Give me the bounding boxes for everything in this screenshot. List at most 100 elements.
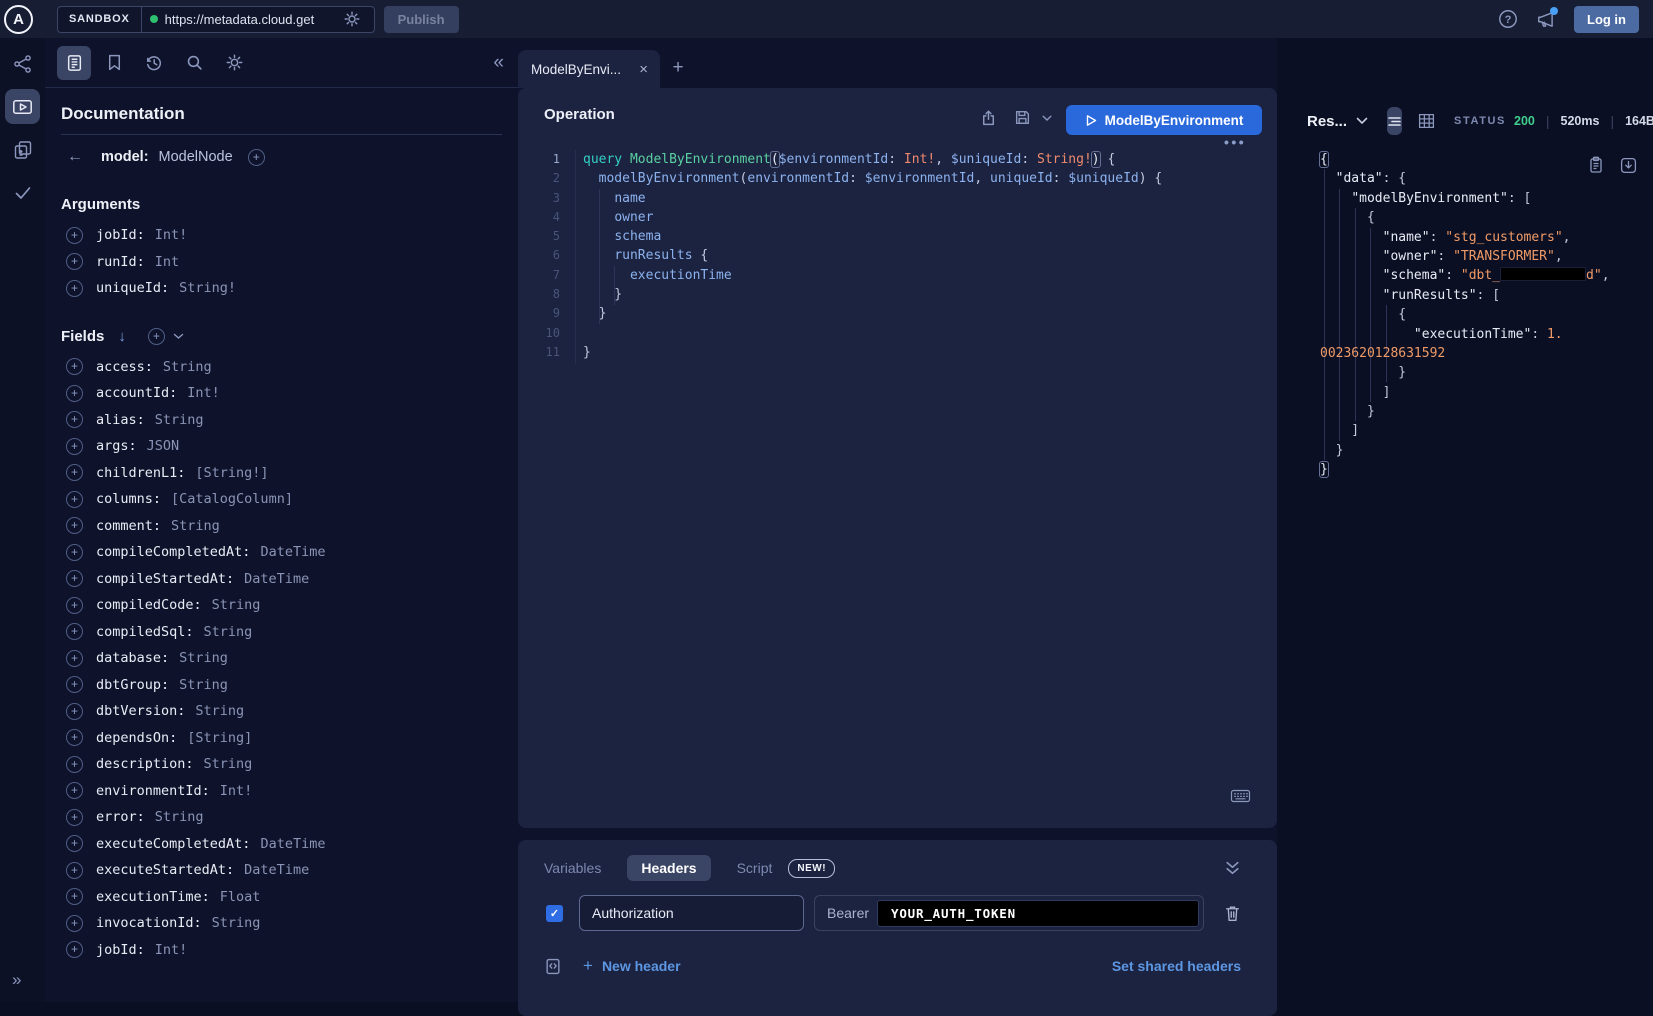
add-all-fields-button[interactable]: + [248,149,265,166]
code-line: 2 modelByEnvironment(environmentId: $env… [518,169,1277,188]
code-token: d" [1586,268,1602,283]
close-tab-icon[interactable]: × [637,61,650,78]
keyboard-shortcuts-icon[interactable] [1230,788,1251,804]
add-field-button[interactable]: + [66,809,83,826]
publish-button[interactable]: Publish [384,6,459,33]
run-operation-button[interactable]: ModelByEnvironment [1066,105,1262,135]
download-response-icon[interactable] [1620,156,1637,174]
add-fields-button[interactable]: + [148,328,165,345]
header-value-input[interactable]: Bearer YOUR_AUTH_TOKEN [814,895,1204,931]
endpoint-url-field[interactable]: https://metadata.cloud.get [142,11,374,27]
new-tab-button[interactable]: + [666,56,690,80]
add-field-button[interactable]: + [66,464,83,481]
field-row: +access:String [61,354,502,381]
add-field-button[interactable]: + [66,438,83,455]
add-field-button[interactable]: + [66,888,83,905]
add-field-button[interactable]: + [66,597,83,614]
add-field-button[interactable]: + [66,703,83,720]
chevron-down-icon[interactable] [173,333,184,340]
add-field-button[interactable]: + [66,570,83,587]
tab-variables[interactable]: Variables [544,860,601,876]
field-type: Int [155,254,179,270]
response-json-body[interactable]: { "data": { "modelByEnvironment": [ { "n… [1320,150,1610,480]
field-name: error: [96,809,145,825]
connection-settings-gear-icon[interactable] [344,11,360,27]
code-text: "owner": "TRANSFORMER", [1320,249,1563,264]
add-field-button[interactable]: + [66,835,83,852]
query-code[interactable]: 1query ModelByEnvironment($environmentId… [518,150,1277,362]
help-icon[interactable]: ? [1498,9,1518,29]
tab-headers[interactable]: Headers [627,855,710,881]
checks-nav-icon[interactable] [5,175,40,210]
collapse-panel-icon[interactable]: « [493,52,504,74]
operation-card: Operation ModelByEnvironment ••• 1query … [518,88,1277,828]
table-view-button[interactable] [1418,113,1435,129]
add-field-button[interactable]: + [66,358,83,375]
expand-rail-icon[interactable]: » [12,970,21,990]
add-field-button[interactable]: + [66,227,83,244]
save-options-chevron-icon[interactable] [1042,115,1052,122]
add-field-button[interactable]: + [66,862,83,879]
run-button-label: ModelByEnvironment [1105,113,1244,128]
announcements-megaphone-icon[interactable] [1536,10,1556,29]
field-type: String [155,809,204,825]
schema-settings-gear-icon[interactable] [217,46,251,80]
collapse-section-icon[interactable] [1224,861,1241,876]
endpoint-url[interactable]: https://metadata.cloud.get [165,12,337,27]
delete-header-trash-icon[interactable] [1224,904,1241,923]
changelog-nav-icon[interactable] [5,132,40,167]
code-token: $environmentId [779,152,889,167]
formatted-view-button[interactable] [1387,107,1402,135]
add-field-button[interactable]: + [66,517,83,534]
add-field-button[interactable]: + [66,411,83,428]
documentation-body: Documentation ← model: ModelNode + Argum… [45,88,518,963]
search-icon[interactable] [177,46,211,80]
login-button[interactable]: Log in [1574,6,1639,33]
add-field-button[interactable]: + [66,544,83,561]
field-name: args: [96,438,137,454]
save-operation-icon[interactable] [1014,109,1031,126]
breadcrumb-type[interactable]: ModelNode [159,149,233,165]
field-row: +compileCompletedAt:DateTime [61,539,502,566]
operation-editor[interactable]: 1query ModelByEnvironment($environmentId… [518,150,1277,798]
back-arrow-icon[interactable]: ← [67,148,83,166]
add-field-button[interactable]: + [66,676,83,693]
bookmark-icon[interactable] [97,46,131,80]
header-key-input[interactable]: Authorization [579,895,804,931]
add-field-button[interactable]: + [66,491,83,508]
history-icon[interactable] [137,46,171,80]
sort-fields-icon[interactable]: ↓ [118,328,126,345]
add-field-button[interactable]: + [66,253,83,270]
more-options-icon[interactable]: ••• [1224,134,1246,150]
add-field-button[interactable]: + [66,782,83,799]
add-field-button[interactable]: + [66,756,83,773]
add-field-button[interactable]: + [66,623,83,640]
add-field-button[interactable]: + [66,650,83,667]
auth-token-value[interactable]: YOUR_AUTH_TOKEN [877,900,1199,927]
code-token: ] [1320,385,1390,400]
header-enabled-checkbox[interactable]: ✓ [546,905,563,922]
response-title[interactable]: Res... [1307,113,1347,130]
code-token: : [1053,171,1069,186]
schema-graph-nav-icon[interactable] [5,46,40,81]
operation-tab[interactable]: ModelByEnvi... × [518,50,660,88]
code-text: "runResults": [ [1320,288,1500,303]
code-token: "owner" [1383,249,1438,264]
share-operation-icon[interactable] [980,109,997,127]
add-field-button[interactable]: + [66,915,83,932]
add-field-button[interactable]: + [66,280,83,297]
explorer-nav-icon[interactable] [5,89,40,124]
documentation-tab-icon[interactable] [57,46,91,80]
apollo-logo-icon[interactable]: A [4,5,33,34]
set-shared-headers-link[interactable]: Set shared headers [1112,958,1241,974]
code-line: { [1320,208,1610,227]
edit-as-text-icon[interactable] [545,958,561,975]
code-token: runResults [614,248,692,263]
add-field-button[interactable]: + [66,941,83,958]
add-field-button[interactable]: + [66,729,83,746]
tab-script[interactable]: Script [737,860,773,876]
field-row: +invocationId:String [61,910,502,937]
new-header-button[interactable]: + New header [583,956,681,976]
response-dropdown-chevron-icon[interactable] [1356,117,1368,125]
add-field-button[interactable]: + [66,385,83,402]
